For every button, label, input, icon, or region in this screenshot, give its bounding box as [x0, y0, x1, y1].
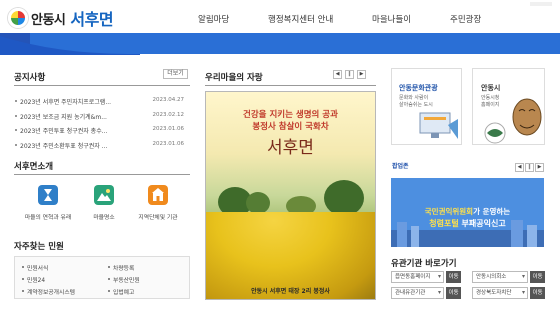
popup-pause-button[interactable]: ‖: [525, 163, 534, 172]
poster-headline-1: 건강을 지키는 생명의 공과: [243, 110, 338, 120]
top-utility-bar: [530, 2, 552, 6]
faq-item-vehicle[interactable]: 차량등록: [107, 263, 134, 272]
popup-line-1-highlight: 국민권익위원회: [424, 207, 474, 216]
faq-item-contract[interactable]: 계약정보공개시스템: [22, 287, 75, 296]
village-divider: [205, 85, 376, 86]
faq-item-legislation[interactable]: 입법예고: [107, 287, 134, 296]
related-go-button-4[interactable]: 이동: [530, 287, 545, 299]
popup-prev-button[interactable]: ◀: [515, 163, 524, 172]
faq-item-realestate[interactable]: 부동산민원: [108, 275, 140, 284]
band-curve-decoration: [0, 36, 140, 55]
notice-text[interactable]: 2023년 보조금 지원 농기계&m...: [20, 112, 107, 121]
popup-line-1-rest: 가 운영하는: [473, 207, 511, 216]
related-go-button-1[interactable]: 이동: [446, 271, 461, 283]
related-go-button-3[interactable]: 이동: [446, 287, 461, 299]
nav-village-outing[interactable]: 마을나들이: [372, 13, 411, 25]
culture-tourism-banner[interactable]: 안동문화관광 문화와 사람이 살아숨쉬는 도시: [391, 68, 462, 145]
poster-tree: [324, 180, 364, 216]
notice-title: 공지사항: [14, 73, 46, 83]
nav-center-info[interactable]: 행정복지센터 안내: [268, 13, 333, 25]
related-go-button-2[interactable]: 이동: [530, 271, 545, 283]
notice-text[interactable]: 2023년 주민소환투표 청구권자 ...: [20, 141, 107, 150]
hourglass-icon: [38, 185, 58, 205]
list-item[interactable]: 2023년 서후면 주민자치프로그램... 2023.04.27: [14, 94, 184, 109]
village-prev-button[interactable]: ◀: [333, 70, 342, 79]
intro-org-link[interactable]: 지역단체및 기관: [128, 185, 188, 221]
related-sites-title: 유관기관 바로가기: [391, 259, 457, 269]
popup-line-2-rest: 부패공익신고: [458, 219, 506, 228]
notice-divider: [14, 85, 190, 86]
notice-date: 2023.04.27: [152, 97, 185, 103]
culture-banner-title: 안동문화관광: [399, 84, 438, 92]
notice-more-button[interactable]: 더보기: [163, 69, 188, 79]
faq-title: 자주찾는 민원: [14, 242, 64, 252]
faq-box: 민원서식 차량등록 민원24 부동산민원 계약정보공개시스템 입법예고: [14, 256, 190, 299]
poster-tree: [246, 192, 270, 214]
village-poster[interactable]: 건강을 지키는 생명의 공과 봉정사 참살이 국화차 서후면 안동시 서후면 태…: [205, 91, 376, 300]
village-pause-button[interactable]: ‖: [345, 70, 354, 79]
andong-city-banner[interactable]: 안동시 안동시청 홈페이지: [472, 68, 545, 145]
nav-resident-plaza[interactable]: 주민광장: [450, 13, 481, 25]
related-select-council[interactable]: 안동시의회소: [472, 271, 528, 283]
village-next-button[interactable]: ▶: [357, 70, 366, 79]
main-navigation: 알림마당 행정복지센터 안내 마을나들이 주민광장: [0, 13, 560, 27]
poster-caption: 안동시 서후면 태장 2리 봉정사: [251, 288, 330, 295]
related-select-province[interactable]: 경상북도자치단: [472, 287, 528, 299]
village-title: 우리마을의 자랑: [205, 73, 263, 83]
notice-date: 2023.02.12: [152, 111, 185, 118]
culture-banner-sub1: 문화와 사람이: [399, 95, 429, 101]
list-item[interactable]: 2023년 주민소환투표 청구권자 ... 2023.01.06: [14, 138, 184, 153]
poster-town-name: 서후면: [267, 138, 314, 158]
intro-landmark-label: 마을명소: [93, 215, 115, 221]
hahoe-mask-icon: [484, 98, 542, 144]
faq-item-forms[interactable]: 민원서식: [21, 263, 48, 272]
culture-banner-sub2: 살아숨쉬는 도시: [399, 102, 433, 108]
bullet-icon: [15, 129, 17, 131]
poster-headline-2: 봉정사 참살이 국화차: [252, 122, 329, 132]
notice-text[interactable]: 2023년 서후면 주민자치프로그램...: [20, 97, 111, 106]
list-item[interactable]: 2023년 보조금 지원 농기계&m... 2023.02.12: [14, 109, 184, 124]
intro-divider: [14, 174, 190, 175]
popup-zone-title: 팝업존: [392, 163, 409, 170]
site-header: 안동시 서후면 알림마당 행정복지센터 안내 마을나들이 주민광장: [0, 0, 560, 36]
related-select-local-agencies[interactable]: 관내유관기관: [391, 287, 444, 299]
popup-line-1: 국민권익위원회가 운영하는: [391, 206, 544, 217]
notice-date: 2023.01.06: [152, 126, 185, 132]
intro-title: 서후면소개: [14, 162, 54, 172]
intro-history-link[interactable]: 마을의 연혁과 유래: [18, 185, 78, 221]
notice-text[interactable]: 2023년 주민투표 청구권자 총수...: [20, 126, 107, 135]
popup-banner-integrity-portal[interactable]: 국민권익위원회가 운영하는 청렴포털 부패공익신고: [391, 178, 544, 247]
intro-landmark-link[interactable]: 마을명소: [74, 185, 134, 221]
popup-next-button[interactable]: ▶: [535, 163, 544, 172]
nav-notice[interactable]: 알림마당: [198, 13, 229, 25]
monitor-icon: [419, 112, 458, 139]
landscape-icon: [94, 185, 114, 205]
notice-list: 2023년 서후면 주민자치프로그램... 2023.04.27 2023년 보조…: [14, 94, 184, 152]
notice-date: 2023.01.06: [152, 140, 185, 147]
building-icon: [148, 185, 168, 205]
popup-line-2: 청렴포털 부패공익신고: [391, 218, 544, 229]
intro-org-label: 지역단체및 기관: [138, 215, 178, 221]
list-item[interactable]: 2023년 주민투표 청구권자 총수... 2023.01.06: [14, 123, 184, 138]
bullet-icon: [15, 114, 17, 117]
bullet-icon: [15, 143, 17, 146]
popup-line-2-highlight: 청렴포털: [429, 219, 459, 228]
intro-history-label: 마을의 연혁과 유래: [24, 215, 72, 221]
bullet-icon: [15, 100, 17, 102]
faq-item-minwon24[interactable]: 민원24: [21, 275, 45, 284]
related-select-town-homepage[interactable]: 읍면동홈페이지: [391, 271, 444, 283]
